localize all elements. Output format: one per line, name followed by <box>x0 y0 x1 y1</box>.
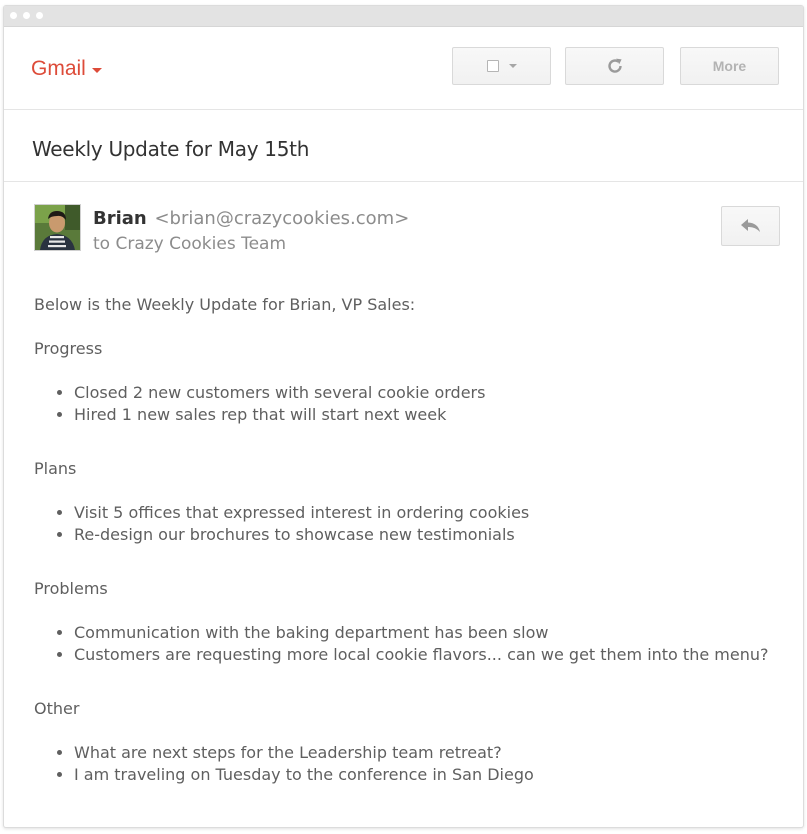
more-button-label: More <box>712 58 747 74</box>
window-dot-icon <box>10 12 17 19</box>
reply-button[interactable] <box>721 206 780 246</box>
list-item: Visit 5 offices that expressed interest … <box>74 502 774 524</box>
checkbox-icon <box>486 60 499 72</box>
section-list-other: What are next steps for the Leadership t… <box>34 742 774 786</box>
section-title-progress: Progress <box>34 339 103 358</box>
list-item: Re-design our brochures to showcase new … <box>74 524 774 546</box>
chevron-down-icon <box>508 64 517 68</box>
email-intro: Below is the Weekly Update for Brian, VP… <box>34 295 416 314</box>
email-subject: Weekly Update for May 15th <box>32 137 310 161</box>
window-titlebar <box>4 6 803 27</box>
window-dot-icon <box>36 12 43 19</box>
list-item: Customers are requesting more local cook… <box>74 644 774 666</box>
list-item: What are next steps for the Leadership t… <box>74 742 774 764</box>
email-window: Gmail More Weekly Update for May 15th Br… <box>3 5 804 828</box>
sender-email: <brian@crazycookies.com> <box>154 208 410 229</box>
sender-line: Brian <brian@crazycookies.com> <box>93 208 409 229</box>
refresh-button[interactable] <box>565 47 664 85</box>
list-item: I am traveling on Tuesday to the confere… <box>74 764 774 786</box>
refresh-icon <box>607 58 622 73</box>
list-item: Closed 2 new customers with several cook… <box>74 382 774 404</box>
gmail-menu-label: Gmail <box>31 57 86 80</box>
section-list-plans: Visit 5 offices that expressed interest … <box>34 502 774 546</box>
email-header: Brian <brian@crazycookies.com> to Crazy … <box>4 182 803 262</box>
reply-icon <box>740 219 760 232</box>
recipient-line: to Crazy Cookies Team <box>93 234 287 254</box>
section-title-plans: Plans <box>34 459 77 478</box>
select-button[interactable] <box>452 47 551 85</box>
section-list-problems: Communication with the baking department… <box>34 622 774 666</box>
gmail-menu[interactable]: Gmail <box>31 57 102 81</box>
section-title-other: Other <box>34 699 80 718</box>
section-title-problems: Problems <box>34 579 108 598</box>
section-list-progress: Closed 2 new customers with several cook… <box>34 382 774 426</box>
toolbar: Gmail More <box>4 26 803 110</box>
list-item: Hired 1 new sales rep that will start ne… <box>74 404 774 426</box>
avatar <box>34 204 81 251</box>
more-button[interactable]: More <box>680 47 779 85</box>
email-body: Below is the Weekly Update for Brian, VP… <box>34 294 774 818</box>
window-dot-icon <box>23 12 30 19</box>
chevron-down-icon <box>91 67 102 73</box>
sender-name[interactable]: Brian <box>93 208 147 229</box>
list-item: Communication with the baking department… <box>74 622 774 644</box>
subject-bar: Weekly Update for May 15th <box>4 110 803 182</box>
